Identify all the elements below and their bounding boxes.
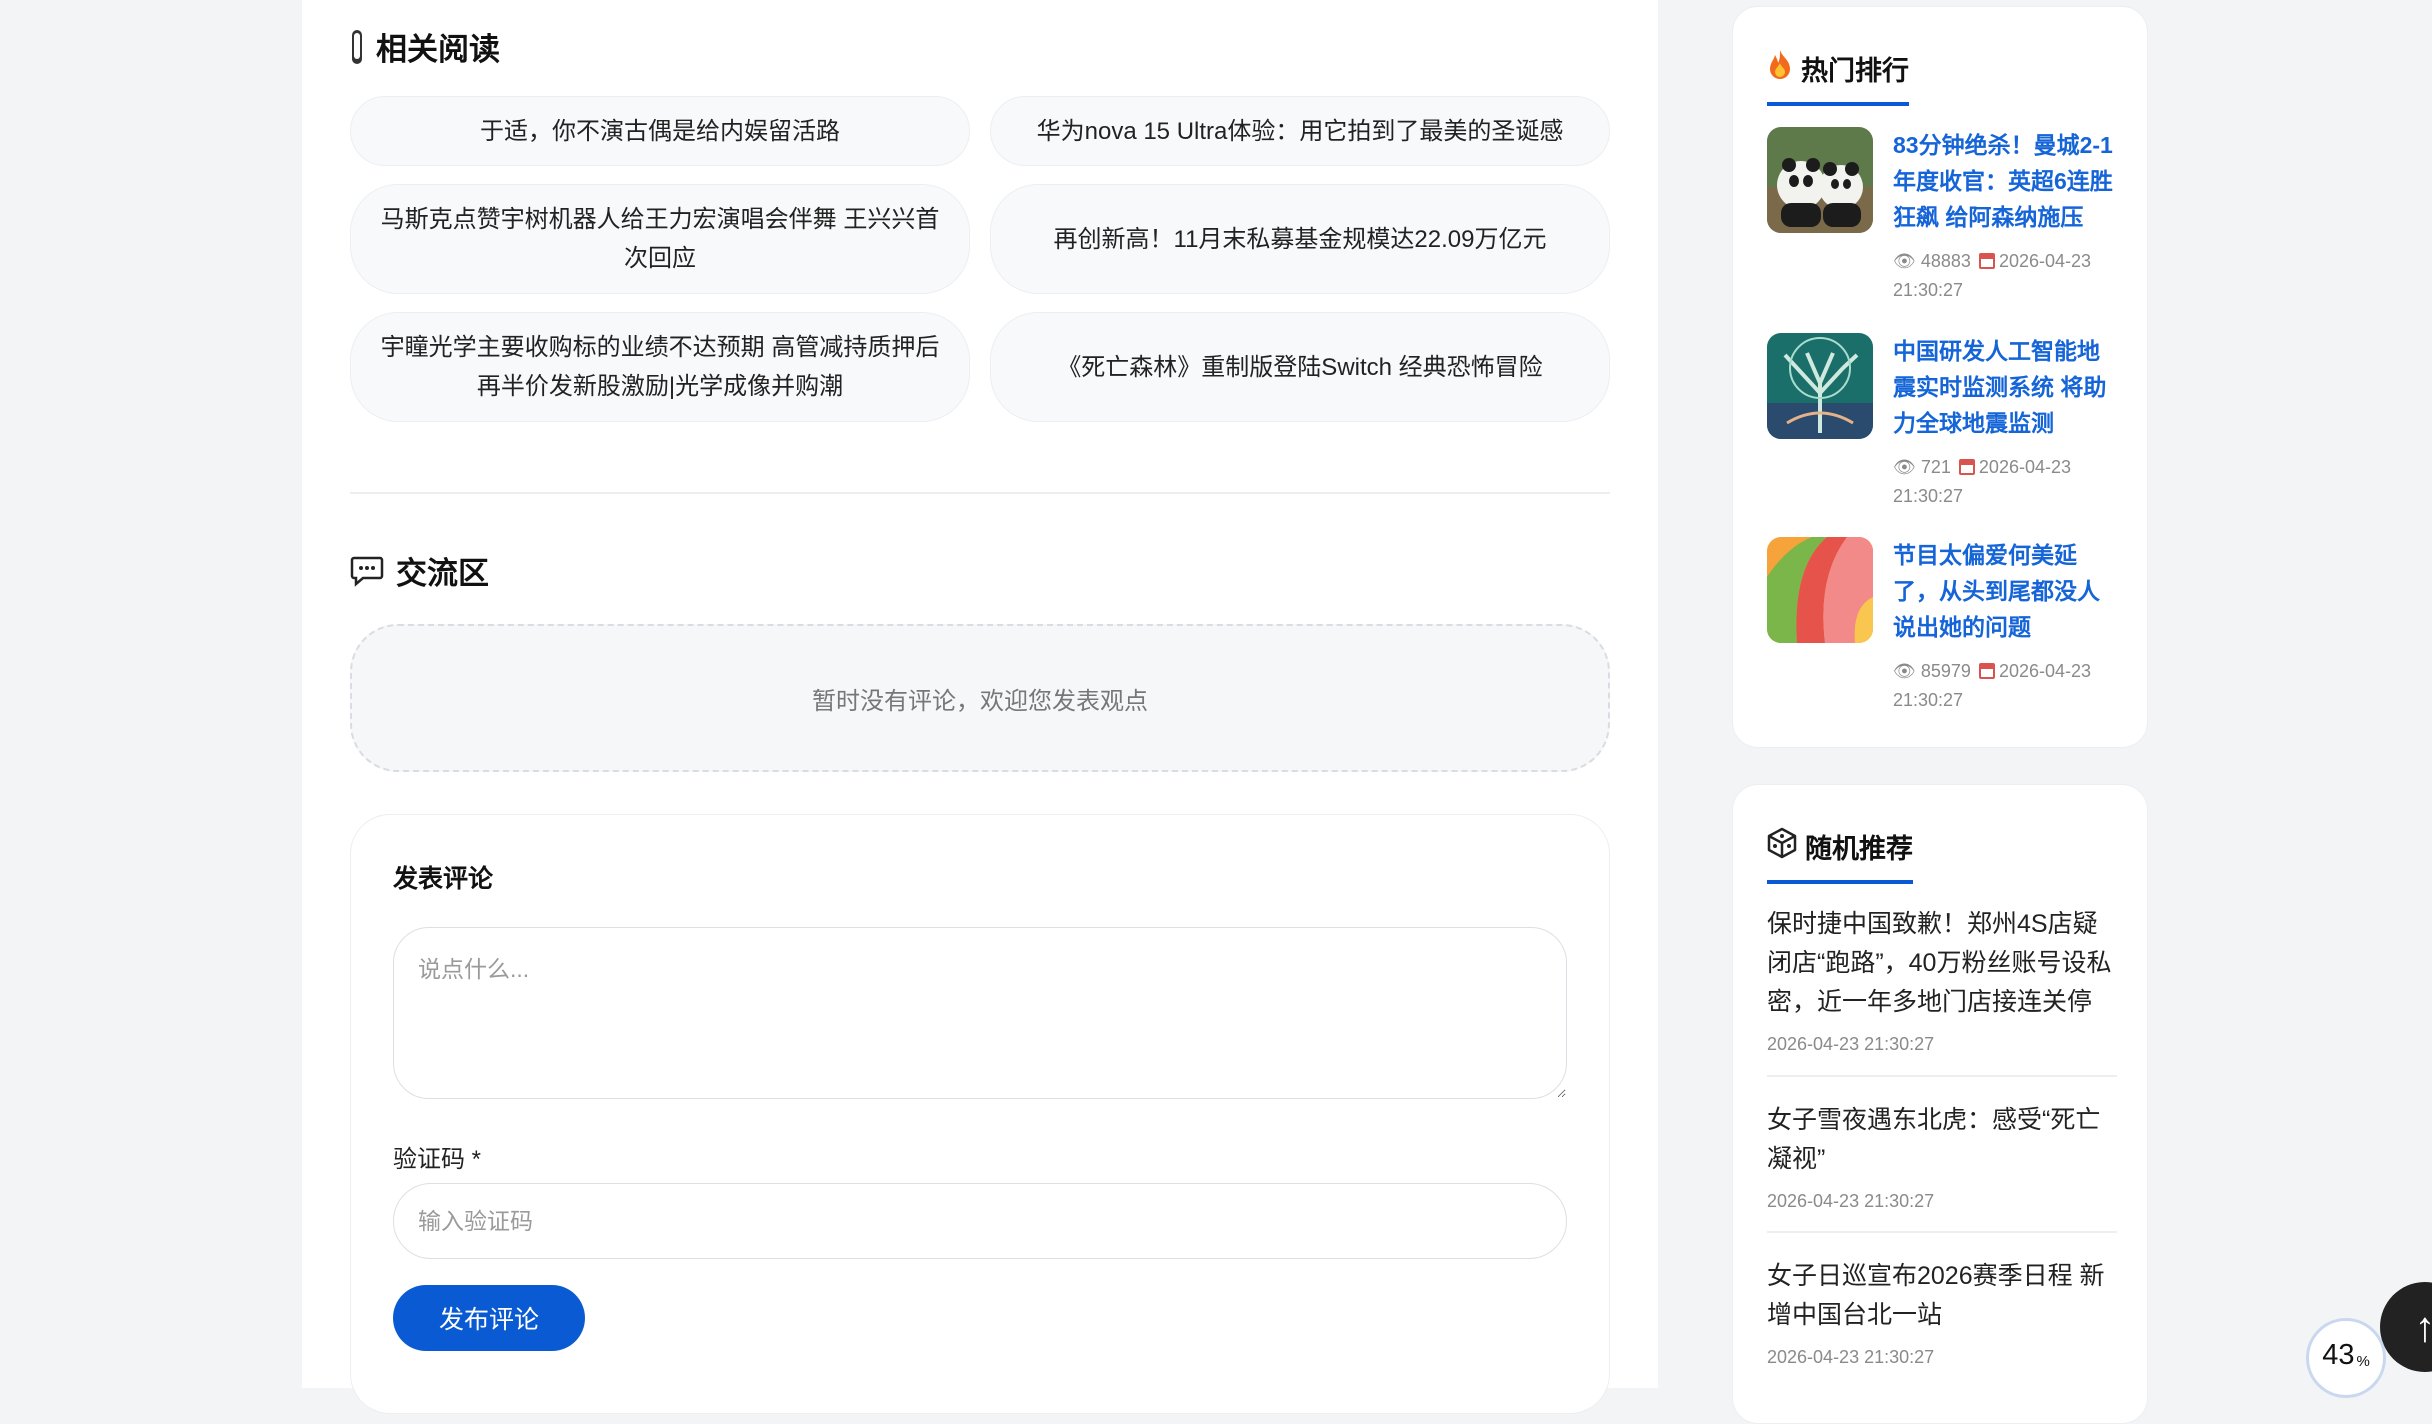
eye-icon: 👁 <box>1893 251 1916 271</box>
related-article-link[interactable]: 宇瞳光学主要收购标的业绩不达预期 高管减持质押后再半价发新股激励|光学成像并购潮 <box>350 312 970 422</box>
related-articles-list: 于适，你不演古偶是给内娱留活路 华为nova 15 Ultra体验：用它拍到了最… <box>350 96 1610 422</box>
comment-textarea[interactable] <box>393 927 1567 1099</box>
calendar-icon <box>1959 459 1975 475</box>
related-reading-title: 相关阅读 <box>376 24 500 69</box>
view-count: 48883 <box>1921 251 1971 271</box>
panda-thumbnail[interactable] <box>1767 127 1873 233</box>
hot-item-title[interactable]: 节目太偏爱何美延了，从头到尾都没人说出她的问题 <box>1893 537 2119 645</box>
random-item[interactable]: 女子雪夜遇东北虎：感受“死亡凝视” 2026-04-23 21:30:27 <box>1767 1101 2117 1212</box>
calendar-icon <box>1979 663 1995 679</box>
hot-item[interactable]: 节目太偏爱何美延了，从头到尾都没人说出她的问题 👁 859792026-04-2… <box>1767 537 2117 727</box>
view-count: 721 <box>1921 457 1951 477</box>
publish-date: 2026-04-23 21:30:27 <box>1893 457 2071 506</box>
hot-item[interactable]: 中国研发人工智能地震实时监测系统 将助力全球地震监测 👁 7212026-04-… <box>1767 333 2117 523</box>
hot-item-meta: 👁 7212026-04-23 21:30:27 <box>1893 453 2119 511</box>
pencil-icon <box>350 29 364 65</box>
random-item-date: 2026-04-23 21:30:27 <box>1767 1191 2117 1212</box>
list-divider <box>1767 1075 2117 1077</box>
list-divider <box>1767 1231 2117 1233</box>
comment-form: 发表评论 验证码 * 发布评论 <box>350 814 1610 1414</box>
eye-icon: 👁 <box>1893 661 1916 681</box>
related-article-link[interactable]: 《死亡森林》重制版登陆Switch 经典恐怖冒险 <box>990 312 1610 422</box>
abstract-shapes-thumbnail[interactable] <box>1767 537 1873 643</box>
section-divider <box>350 492 1610 494</box>
back-to-top-button[interactable]: ↑ <box>2380 1282 2432 1372</box>
random-item-date: 2026-04-23 21:30:27 <box>1767 1347 2117 1368</box>
related-article-link[interactable]: 再创新高！11月末私募基金规模达22.09万亿元 <box>990 184 1610 294</box>
empty-comments-notice: 暂时没有评论，欢迎您发表观点 <box>350 624 1610 772</box>
random-item[interactable]: 女子日巡宣布2026赛季日程 新增中国台北一站 2026-04-23 21:30… <box>1767 1257 2117 1368</box>
hot-item-title[interactable]: 中国研发人工智能地震实时监测系统 将助力全球地震监测 <box>1893 333 2119 441</box>
tree-illustration-thumbnail[interactable] <box>1767 333 1873 439</box>
captcha-label: 验证码 * <box>393 1139 481 1174</box>
submit-comment-button[interactable]: 发布评论 <box>393 1285 585 1351</box>
flame-icon <box>1767 49 1793 88</box>
hot-item[interactable]: 83分钟绝杀！曼城2-1年度收官：英超6连胜狂飙 给阿森纳施压 👁 488832… <box>1767 127 2117 317</box>
progress-value: 43 <box>2322 1339 2354 1372</box>
random-item-date: 2026-04-23 21:30:27 <box>1767 1034 2117 1055</box>
reading-progress-indicator: 43% <box>2306 1318 2386 1398</box>
random-item-title[interactable]: 女子日巡宣布2026赛季日程 新增中国台北一站 <box>1767 1257 2117 1335</box>
arrow-up-icon: ↑ <box>2415 1303 2432 1351</box>
captcha-input[interactable] <box>393 1183 1567 1259</box>
hot-ranking-title: 热门排行 <box>1801 49 1909 88</box>
related-reading-header: 相关阅读 <box>350 24 500 69</box>
eye-icon: 👁 <box>1893 457 1916 477</box>
hot-ranking-card: 热门排行 83分钟绝杀！曼城2-1年度收官：英超6连胜狂飙 给阿森纳施压 👁 4… <box>1732 6 2148 748</box>
related-article-link[interactable]: 于适，你不演古偶是给内娱留活路 <box>350 96 970 166</box>
related-article-link[interactable]: 马斯克点赞宇树机器人给王力宏演唱会伴舞 王兴兴首次回应 <box>350 184 970 294</box>
hot-item-meta: 👁 488832026-04-23 21:30:27 <box>1893 247 2119 305</box>
random-recommend-header: 随机推荐 <box>1767 827 1913 884</box>
random-item-title[interactable]: 保时捷中国致歉！郑州4S店疑闭店“跑路”，40万粉丝账号设私密，近一年多地门店接… <box>1767 905 2117 1022</box>
comments-title: 交流区 <box>396 548 489 593</box>
comments-header: 交流区 <box>350 548 489 593</box>
dice-icon <box>1767 827 1797 866</box>
chat-bubble-icon <box>350 555 384 587</box>
main-content: 相关阅读 于适，你不演古偶是给内娱留活路 华为nova 15 Ultra体验：用… <box>302 0 1658 1388</box>
hot-item-meta: 👁 859792026-04-23 21:30:27 <box>1893 657 2119 715</box>
random-recommend-title: 随机推荐 <box>1805 827 1913 866</box>
related-article-link[interactable]: 华为nova 15 Ultra体验：用它拍到了最美的圣诞感 <box>990 96 1610 166</box>
progress-unit: % <box>2356 1353 2369 1370</box>
comment-form-title: 发表评论 <box>393 859 493 895</box>
hot-ranking-header: 热门排行 <box>1767 49 1909 106</box>
random-recommend-card: 随机推荐 保时捷中国致歉！郑州4S店疑闭店“跑路”，40万粉丝账号设私密，近一年… <box>1732 784 2148 1424</box>
hot-item-title[interactable]: 83分钟绝杀！曼城2-1年度收官：英超6连胜狂飙 给阿森纳施压 <box>1893 127 2119 235</box>
random-item[interactable]: 保时捷中国致歉！郑州4S店疑闭店“跑路”，40万粉丝账号设私密，近一年多地门店接… <box>1767 905 2117 1055</box>
view-count: 85979 <box>1921 661 1971 681</box>
random-item-title[interactable]: 女子雪夜遇东北虎：感受“死亡凝视” <box>1767 1101 2117 1179</box>
calendar-icon <box>1979 253 1995 269</box>
